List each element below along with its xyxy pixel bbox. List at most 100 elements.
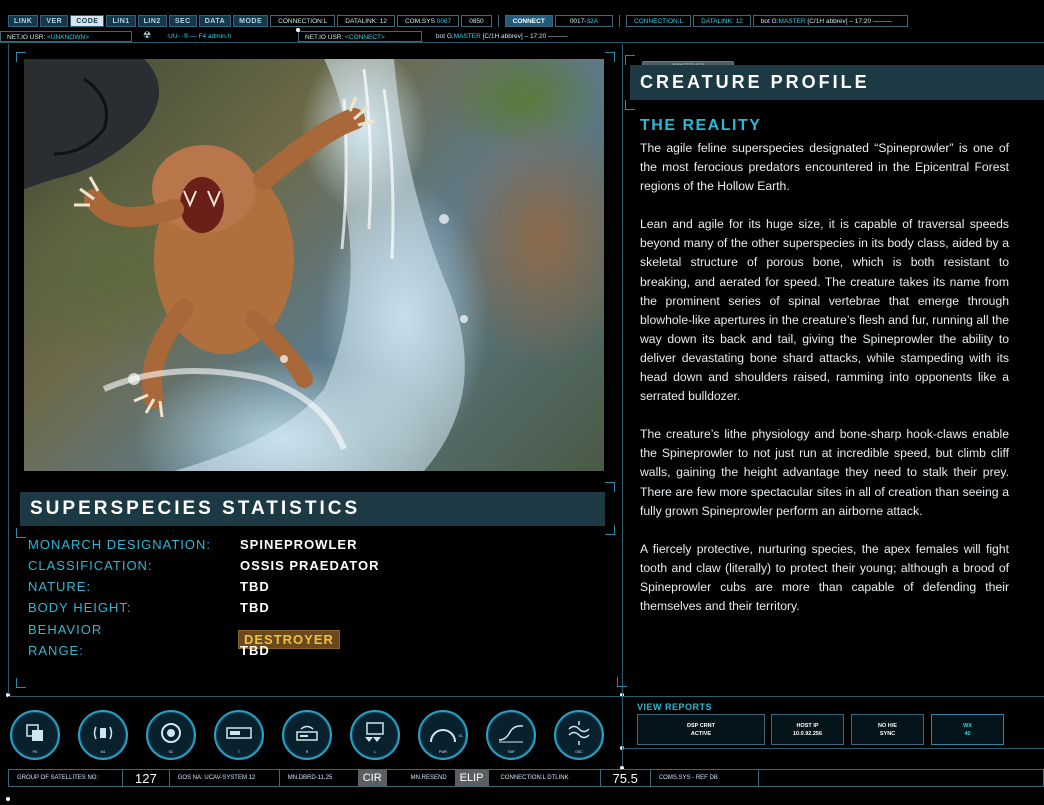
creature-illustration xyxy=(24,59,604,471)
radio-icon xyxy=(296,725,318,741)
frame-corner xyxy=(16,678,26,688)
report-wx[interactable]: WX 40 xyxy=(931,714,1004,745)
code2-value: 32A xyxy=(586,18,599,25)
control-label: L xyxy=(374,750,376,754)
node-dot xyxy=(296,28,300,32)
control-label: PS xyxy=(32,750,38,754)
monitor-icon xyxy=(365,721,384,742)
profile-paragraph: The agile feline superspecies designated… xyxy=(640,141,1009,194)
top-toolbar: LINK VER CODE LIN1 LIN2 SEC DATA MODE CO… xyxy=(0,14,1044,28)
tab-lin1[interactable]: LIN1 xyxy=(106,15,136,27)
code2-readout: 0017-32A xyxy=(554,15,614,27)
report-line: 10.0.92.256 xyxy=(792,730,823,737)
stat-label: CLASSIFICATION: xyxy=(28,557,153,573)
stat-row: CLASSIFICATION: OSSIS PRAEDATOR xyxy=(28,556,379,574)
bot-prefix: bot G: xyxy=(760,18,779,25)
control-label: PWR xyxy=(438,750,448,754)
dbrd-readout: MN.DBRD-11.25 xyxy=(287,775,333,781)
frame-corner xyxy=(605,482,615,492)
radiation-icon: ☢ xyxy=(143,30,152,40)
stats-title: SUPERSPECIES STATISTICS xyxy=(20,492,605,526)
tab-sec[interactable]: SEC xyxy=(168,15,197,27)
divider xyxy=(0,42,1044,43)
gauge-icon xyxy=(430,728,456,742)
admin-readout: ·UU· ·® — F4 admin.h xyxy=(166,33,232,40)
netio-user: NET.IO USR: <UNKNOWN> xyxy=(0,31,132,42)
tab-code[interactable]: CODE xyxy=(70,15,105,27)
report-sync[interactable]: NO H/E SYNC xyxy=(851,714,924,745)
divider xyxy=(8,696,1044,697)
report-line: 40 xyxy=(964,730,971,737)
tab-ver[interactable]: VER xyxy=(40,15,69,27)
tab-lin2[interactable]: LIN2 xyxy=(137,15,167,27)
report-host-ip[interactable]: HOST IP 10.0.92.256 xyxy=(771,714,844,745)
gauge-extra: OL xyxy=(458,734,463,738)
tab-mode[interactable]: MODE xyxy=(233,15,269,27)
profile-title: CREATURE PROFILE xyxy=(630,65,1044,100)
bot-master-readout-2: bot G:MASTER [C/1H abbrev] – 17:20 ——— xyxy=(436,31,568,42)
creature-artwork xyxy=(24,59,468,471)
connect-button[interactable]: CONNECT xyxy=(504,15,553,27)
stat-value: TBD xyxy=(240,578,270,594)
footer-value: 75.5 xyxy=(601,770,651,786)
monitor-button[interactable]: L xyxy=(350,710,400,760)
node-dot xyxy=(6,797,10,801)
layers-button[interactable]: PS xyxy=(10,710,60,760)
stat-label: BEHAVIOR xyxy=(28,621,103,637)
app-window: LINK VER CODE LIN1 LIN2 SEC DATA MODE CO… xyxy=(0,0,1044,805)
control-label: T xyxy=(237,750,241,754)
resend-readout: MN.RESEND xyxy=(410,775,447,781)
comsys-refdb: COMS.SYS - REF DB xyxy=(651,770,759,786)
bot-suffix-2: [C/1H abbrev] – 17:20 ——— xyxy=(480,33,568,40)
stat-label: MONARCH DESIGNATION: xyxy=(28,536,211,552)
gauge-button[interactable]: PWR OL xyxy=(418,710,468,760)
netio2-value: <CONNECT> xyxy=(345,34,385,41)
comsys-readout: COM.SYS 0067 xyxy=(396,15,460,27)
datalink-readout: DATALINK: 12 xyxy=(337,15,395,27)
report-line: DSP CRNT xyxy=(686,722,715,729)
device-button[interactable]: T xyxy=(214,710,264,760)
netio-value: <UNKNOWN> xyxy=(47,34,89,41)
profile-paragraph: The creature’s lithe physiology and bone… xyxy=(640,427,1009,518)
control-label: M1 xyxy=(100,750,106,754)
report-line: ACTIVE xyxy=(690,730,712,737)
cir-badge[interactable]: CIR xyxy=(357,770,387,786)
signal-button[interactable]: M1 xyxy=(78,710,128,760)
elip-badge[interactable]: ELIP xyxy=(454,770,489,786)
bot-master-2: MASTER xyxy=(453,33,481,40)
divider xyxy=(622,748,1044,749)
divider xyxy=(8,44,9,694)
separator xyxy=(619,15,621,27)
satellites-value: 127 xyxy=(123,770,170,786)
report-dsp[interactable]: DSP CRNT ACTIVE xyxy=(637,714,765,745)
signal-icon xyxy=(93,726,113,740)
connection2-readout: CONNECTION:L xyxy=(626,15,692,27)
oscillator-button[interactable]: OSC xyxy=(554,710,604,760)
stat-row: RANGE: TBD xyxy=(28,641,270,659)
stat-label: NATURE: xyxy=(28,578,92,594)
frame-corner xyxy=(16,528,26,538)
wave-button[interactable]: TMP xyxy=(486,710,536,760)
frame-corner xyxy=(605,525,615,535)
connection-readout: CONNECTION:L xyxy=(270,15,336,27)
tab-link[interactable]: LINK xyxy=(8,15,39,27)
profile-paragraph: Lean and agile for its huge size, it is … xyxy=(640,217,1009,404)
device-icon xyxy=(226,726,252,739)
bot-master-readout: bot G:MASTER [C/1H abbrev] – 17:20 ——— xyxy=(752,15,908,27)
control-label: OSC xyxy=(575,750,583,754)
datalink2-readout: DATALINK: 12 xyxy=(693,15,751,27)
frame-corner xyxy=(617,677,627,687)
tab-data[interactable]: DATA xyxy=(198,15,232,27)
view-reports-link[interactable]: VIEW REPORTS xyxy=(637,702,712,712)
control-label: TMP xyxy=(507,750,515,754)
report-line: SYNC xyxy=(879,730,896,737)
radio-button[interactable]: R xyxy=(282,710,332,760)
lens-button[interactable]: SC xyxy=(146,710,196,760)
separator xyxy=(497,15,499,27)
bot-suffix: [C/1H abbrev] – 17:20 ——— xyxy=(805,18,893,25)
netio2-label: NET.IO USR: xyxy=(305,34,346,41)
oscillator-icon xyxy=(568,720,590,745)
frame-corner xyxy=(605,52,615,62)
bot-prefix-2: bot G: xyxy=(436,33,454,40)
comsys-value: 0067 xyxy=(436,18,452,25)
